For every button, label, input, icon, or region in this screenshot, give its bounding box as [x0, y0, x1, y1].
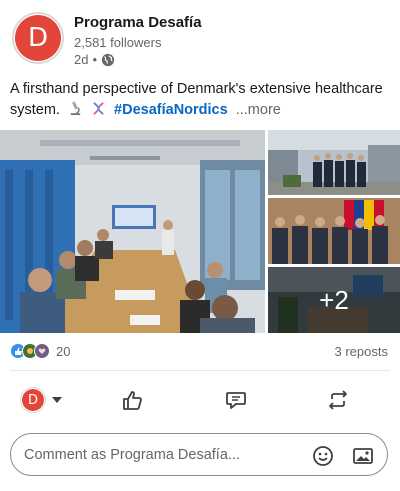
image-icon[interactable]: [351, 444, 375, 468]
globe-icon: [101, 53, 115, 66]
see-more-link[interactable]: ...more: [236, 102, 281, 118]
comment-button[interactable]: [216, 384, 256, 416]
author-avatar-letter: D: [15, 15, 61, 61]
post-photo-main[interactable]: [0, 130, 265, 333]
action-bar: D: [0, 380, 400, 420]
caret-down-icon: [52, 397, 62, 403]
reaction-count: 20: [56, 343, 71, 359]
repost-icon: [329, 390, 347, 410]
social-stats: 20 3 reposts: [10, 342, 390, 362]
post-photo-2[interactable]: [268, 130, 400, 195]
hashtag-link[interactable]: #DesafíaNordics: [114, 102, 228, 118]
emoji-icon[interactable]: [311, 444, 335, 468]
thumbs-up-icon: [123, 391, 142, 410]
stats-divider: [10, 370, 390, 371]
follower-count: 2,581 followers: [74, 35, 162, 50]
more-photos-overlay[interactable]: +2: [268, 267, 400, 333]
dna-icon: [93, 102, 104, 115]
comment-icon: [226, 392, 246, 409]
comment-placeholder: Comment as Programa Desafía...: [24, 447, 240, 463]
post-text: A firsthand perspective of Denmark's ext…: [10, 79, 390, 121]
repost-button[interactable]: [318, 384, 358, 416]
actor-avatar: D: [20, 387, 46, 413]
actor-avatar-letter: D: [22, 389, 44, 411]
more-photos-count: +2: [319, 284, 349, 315]
repost-count[interactable]: 3 reposts: [335, 344, 388, 359]
like-button[interactable]: [113, 384, 153, 416]
flags-group-photo: [268, 198, 400, 264]
support-reaction-icon: [34, 343, 50, 359]
post-meta: 2d •: [74, 52, 115, 67]
author-avatar[interactable]: D: [12, 12, 64, 64]
post-photo-4[interactable]: +2: [268, 267, 400, 333]
post-time: 2d: [74, 52, 89, 67]
post-header: D Programa Desafía 2,581 followers 2d •: [0, 0, 400, 72]
author-name[interactable]: Programa Desafía: [74, 14, 202, 31]
react-as-selector[interactable]: D: [20, 384, 72, 416]
meta-separator: •: [92, 52, 98, 67]
microscope-icon: [70, 101, 81, 116]
comment-input[interactable]: Comment as Programa Desafía...: [10, 433, 388, 476]
lobby-group-photo: [268, 130, 400, 195]
meeting-room-photo: [0, 130, 265, 333]
reactions-summary[interactable]: 20: [10, 343, 70, 359]
post-photo-3[interactable]: [268, 198, 400, 264]
